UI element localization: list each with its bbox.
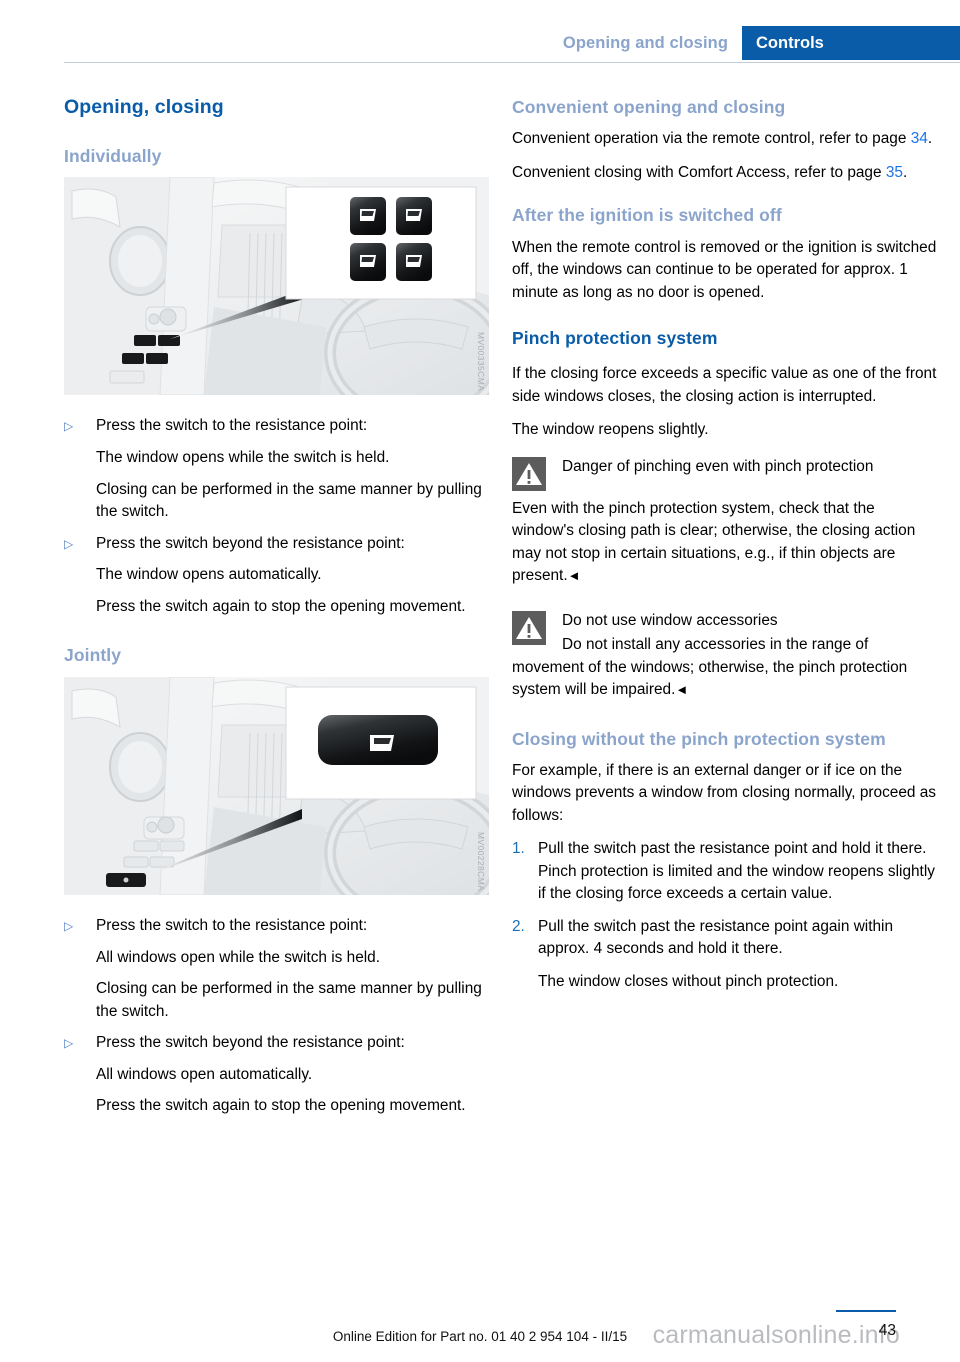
closing-without-intro: For example, if there is an external dan… (512, 761, 937, 824)
warning-body: Even with the pinch protection system, c… (512, 498, 937, 588)
warning-block-pinch-danger: Danger of pinching even with pinch prote… (512, 456, 937, 588)
list-item-continuation: The window closes without pinch protecti… (538, 972, 839, 990)
text-after-ref: . (927, 130, 933, 148)
convenient-paragraph-2: Convenient closing with Comfort Access, … (512, 162, 937, 184)
list-item: 2. Pull the switch past the resistance p… (512, 916, 937, 961)
warning-title: Do not use window accessories (562, 611, 778, 629)
warning-triangle-icon (512, 610, 546, 645)
convenient-paragraph-1: Convenient operation via the remote cont… (512, 128, 937, 150)
tab-controls[interactable]: Controls (742, 26, 960, 60)
bullet-marker: ▷ (64, 419, 74, 434)
list-item-text: Press the switch beyond the resistance p… (96, 534, 405, 552)
list-item: ▷ Press the switch to the resistance poi… (64, 415, 489, 438)
list-item-text: Press the switch to the resistance point… (96, 417, 368, 435)
list-item: ▷ Press the switch beyond the resistance… (64, 533, 489, 556)
bullet-marker: ▷ (64, 536, 74, 551)
page-reference-link[interactable]: 35 (886, 164, 903, 181)
list-item-text: Pull the switch past the resistance poin… (538, 917, 894, 958)
warning-title: Danger of pinching even with pinch prote… (562, 457, 874, 475)
heading-individually: Individually (64, 146, 162, 166)
figure-code: MV00228CMA (476, 831, 486, 891)
text-before-ref: Convenient operation via the remote cont… (512, 130, 911, 148)
text-before-ref: Convenient closing with Comfort Access, … (512, 163, 886, 181)
bullet-marker: ▷ (64, 918, 74, 933)
site-watermark: carmanualsonline.info (652, 1321, 900, 1349)
list-item-continuation: The window opens automatically. (96, 566, 322, 584)
header-tabs: Opening and closing Controls (563, 26, 960, 60)
list-item: 1. Pull the switch past the resistance p… (512, 838, 937, 905)
end-marker: ◄ (675, 682, 689, 698)
list-item-continuation: The window opens while the switch is hel… (96, 449, 390, 467)
left-column: Opening, closing Individually MV00335CMA… (64, 96, 489, 1127)
list-item-continuation: Press the switch again to stop the openi… (96, 597, 466, 615)
heading-convenient-opening-and-closing: Convenient opening and closing (512, 97, 786, 117)
warning-body-text: Do not install any accessories in the ra… (512, 636, 908, 699)
list-item-continuation: Closing can be performed in the same man… (96, 980, 482, 1020)
closing-without-numbered-list: 1. Pull the switch past the resistance p… (512, 838, 937, 960)
warning-triangle-icon (512, 456, 546, 491)
list-item-continuation: All windows open while the switch is hel… (96, 948, 381, 966)
list-item-text: Press the switch to the resistance point… (96, 916, 368, 934)
list-number: 2. (512, 917, 525, 935)
edition-text: Online Edition for Part no. 01 40 2 954 … (332, 1329, 628, 1344)
heading-jointly: Jointly (64, 645, 122, 666)
list-item-text: Press the switch beyond the resistance p… (96, 1034, 405, 1052)
list-item-continuation: Closing can be performed in the same man… (96, 480, 482, 521)
door-panel-illustration (64, 177, 489, 396)
heading-pinch-protection-system: Pinch protection system (512, 328, 718, 349)
figure-individual-switches: MV00335CMA (64, 177, 489, 396)
page-number: 43 (878, 1322, 896, 1339)
list-item-continuation: Press the switch again to stop the openi… (96, 1097, 466, 1115)
text-after-ref: . (902, 163, 908, 181)
warning-block-no-accessories: Do not use window accessories Do not ins… (512, 610, 937, 702)
figure-code: MV00335CMA (476, 332, 486, 392)
after-ignition-paragraph: When the remote control is removed or th… (512, 238, 937, 301)
page-footer: Online Edition for Part no. 01 40 2 954 … (0, 1298, 960, 1362)
heading-closing-without-pinch-protection: Closing without the pinch protection sys… (512, 728, 886, 749)
page-number-rule (836, 1310, 896, 1312)
individually-step-list-2: ▷ Press the switch beyond the resistance… (64, 533, 489, 556)
list-item-continuation: All windows open automatically. (96, 1065, 313, 1083)
page-title: Opening, closing (64, 96, 224, 118)
jointly-step-list-2: ▷ Press the switch beyond the resistance… (64, 1032, 489, 1055)
individually-step-list: ▷ Press the switch to the resistance poi… (64, 415, 489, 438)
list-item-text: Pull the switch past the resistance poin… (538, 840, 935, 903)
breadcrumb-opening-and-closing[interactable]: Opening and closing (563, 26, 742, 60)
heading-after-ignition-switched-off: After the ignition is switched off (512, 205, 782, 226)
door-panel-illustration-joint (64, 676, 489, 895)
list-item: ▷ Press the switch beyond the resistance… (64, 1032, 489, 1055)
warning-body: Do not install any accessories in the ra… (512, 634, 937, 701)
pinch-paragraph-1: If the closing force exceeds a specific … (512, 365, 937, 405)
header-divider (64, 62, 960, 63)
page-reference-link[interactable]: 34 (911, 130, 928, 147)
page-header: Opening and closing Controls (0, 0, 960, 64)
bullet-marker: ▷ (64, 1036, 74, 1051)
list-item: ▷ Press the switch to the resistance poi… (64, 915, 489, 938)
figure-joint-switch: MV00228CMA (64, 676, 489, 895)
list-number: 1. (512, 840, 525, 858)
end-marker: ◄ (567, 568, 581, 584)
right-column: Convenient opening and closing Convenien… (512, 96, 937, 997)
jointly-step-list: ▷ Press the switch to the resistance poi… (64, 915, 489, 938)
pinch-paragraph-2: The window reopens slightly. (512, 421, 709, 439)
